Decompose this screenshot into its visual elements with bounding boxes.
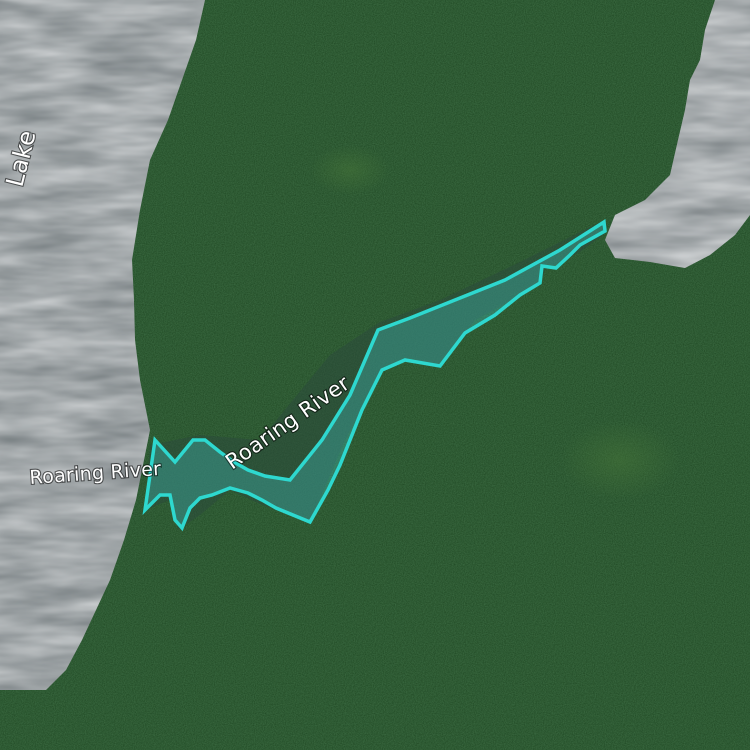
map-canvas[interactable]: Lake Roaring River Roaring River bbox=[0, 0, 750, 750]
forest-clearing bbox=[310, 145, 390, 195]
satellite-map[interactable]: Lake Roaring River Roaring River bbox=[0, 0, 750, 750]
forest-clearing bbox=[560, 420, 680, 500]
